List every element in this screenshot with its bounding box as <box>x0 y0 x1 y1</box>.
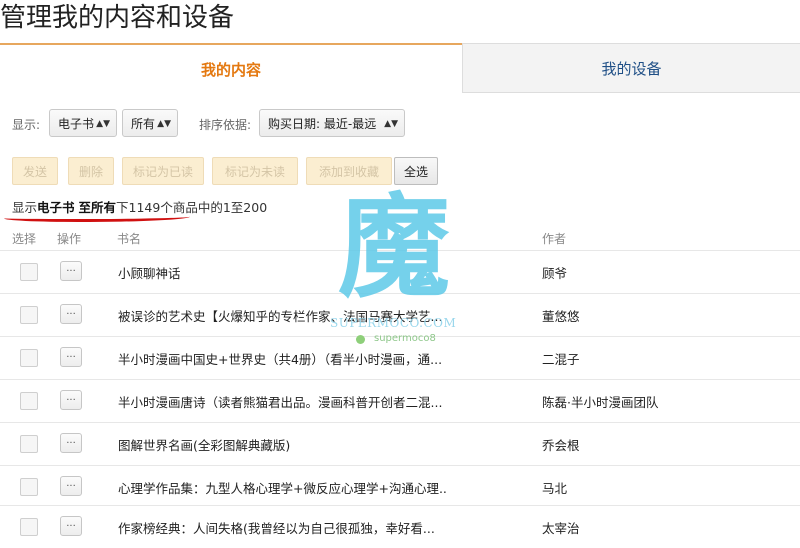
book-title[interactable]: 半小时漫画唐诗（读者熊猫君出品。漫画科普开创者二混... <box>118 392 442 411</box>
scope-select[interactable]: 所有 ▲▼ <box>122 109 178 137</box>
mark-read-button[interactable]: 标记为已读 <box>122 157 204 185</box>
table-row: ... 心理学作品集：九型人格心理学+微反应心理学+沟通心理... 马北 <box>0 465 800 508</box>
mark-unread-button[interactable]: 标记为未读 <box>212 157 298 185</box>
header-select: 选择 <box>12 232 37 246</box>
row-actions-button[interactable]: ... <box>60 304 82 324</box>
book-title[interactable]: 小顾聊神话 <box>118 263 181 282</box>
row-checkbox[interactable] <box>20 435 38 453</box>
header-author: 作者 <box>542 232 567 246</box>
scope-value: 所有 <box>131 117 156 131</box>
book-title[interactable]: 作家榜经典：人间失格(我曾经以为自己很孤独，幸好看... <box>118 518 435 537</box>
book-title[interactable]: 被误诊的艺术史【火爆知乎的专栏作家、法国马赛大学艺... <box>118 306 442 325</box>
row-actions-button[interactable]: ... <box>60 390 82 410</box>
select-arrows-icon: ▲▼ <box>384 119 398 129</box>
table-row: ... 半小时漫画唐诗（读者熊猫君出品。漫画科普开创者二混... 陈磊·半小时漫… <box>0 379 800 422</box>
table-header: 选择 操作 书名 作者 <box>0 228 800 248</box>
book-title[interactable]: 心理学作品集：九型人格心理学+微反应心理学+沟通心理... <box>118 478 448 497</box>
add-to-collection-button[interactable]: 添加到收藏 <box>306 157 392 185</box>
row-checkbox[interactable] <box>20 478 38 496</box>
table-row: ... 半小时漫画中国史+世界史（共4册）（看半小时漫画，通... 二混子 <box>0 336 800 379</box>
table-row: ... 小顾聊神话 顾爷 <box>0 250 800 293</box>
book-author: 乔会根 <box>542 438 580 453</box>
row-checkbox[interactable] <box>20 392 38 410</box>
show-label: 显示: <box>12 118 41 132</box>
book-author: 马北 <box>542 481 568 496</box>
red-underline-annotation <box>4 213 190 222</box>
book-author: 二混子 <box>542 352 580 367</box>
delete-button[interactable]: 删除 <box>68 157 114 185</box>
page-title: 管理我的内容和设备 <box>0 3 235 33</box>
header-action: 操作 <box>57 232 82 246</box>
book-author: 陈磊·半小时漫画团队 <box>542 395 659 410</box>
row-actions-button[interactable]: ... <box>60 433 82 453</box>
book-author: 顾爷 <box>542 266 568 281</box>
select-arrows-icon: ▲▼ <box>157 119 171 129</box>
row-checkbox[interactable] <box>20 349 38 367</box>
row-checkbox[interactable] <box>20 518 38 536</box>
row-checkbox[interactable] <box>20 306 38 324</box>
select-arrows-icon: ▲▼ <box>96 119 110 129</box>
sort-value: 购买日期: 最近-最远 <box>268 117 377 131</box>
header-title: 书名 <box>117 232 142 246</box>
row-actions-button[interactable]: ... <box>60 261 82 281</box>
row-actions-button[interactable]: ... <box>60 347 82 367</box>
tab-my-devices[interactable]: 我的设备 <box>462 43 800 93</box>
book-title[interactable]: 半小时漫画中国史+世界史（共4册）（看半小时漫画，通... <box>118 349 442 368</box>
table-row: ... 被误诊的艺术史【火爆知乎的专栏作家、法国马赛大学艺... 董悠悠 <box>0 293 800 336</box>
table-row: ... 作家榜经典：人间失格(我曾经以为自己很孤独，幸好看... 太宰治 <box>0 505 800 548</box>
row-actions-button[interactable]: ... <box>60 516 82 536</box>
book-author: 董悠悠 <box>542 309 580 324</box>
sort-select[interactable]: 购买日期: 最近-最远 ▲▼ <box>259 109 405 137</box>
content-type-value: 电子书 <box>58 117 95 131</box>
content-type-select[interactable]: 电子书 ▲▼ <box>49 109 117 137</box>
send-button[interactable]: 发送 <box>12 157 58 185</box>
row-actions-button[interactable]: ... <box>60 476 82 496</box>
tab-my-content[interactable]: 我的内容 <box>0 43 462 93</box>
select-all-button[interactable]: 全选 <box>394 157 438 185</box>
tab-bar: 我的内容 我的设备 <box>0 43 800 93</box>
book-author: 太宰治 <box>542 521 580 536</box>
row-checkbox[interactable] <box>20 263 38 281</box>
sort-label: 排序依据: <box>199 118 252 132</box>
book-title[interactable]: 图解世界名画(全彩图解典藏版) <box>118 435 290 454</box>
table-row: ... 图解世界名画(全彩图解典藏版) 乔会根 <box>0 422 800 465</box>
